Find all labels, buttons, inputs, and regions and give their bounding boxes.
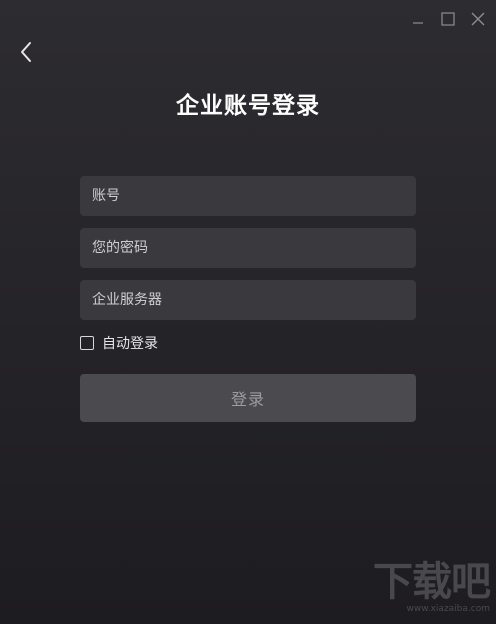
close-icon — [471, 12, 485, 26]
chevron-left-icon — [21, 42, 31, 62]
maximize-button[interactable] — [438, 10, 458, 28]
password-input[interactable] — [80, 228, 416, 268]
window-controls — [408, 10, 488, 28]
watermark-logo: 下载吧 — [373, 559, 491, 605]
maximize-icon — [441, 12, 455, 26]
back-button[interactable] — [14, 40, 38, 64]
close-button[interactable] — [468, 10, 488, 28]
auto-login-label: 自动登录 — [102, 336, 158, 352]
watermark: 下载吧 www.xiazaiba.com — [373, 559, 491, 614]
watermark-url: www.xiazaiba.com — [406, 604, 490, 614]
page-title: 企业账号登录 — [176, 93, 320, 119]
auto-login-option[interactable]: 自动登录 — [80, 333, 158, 353]
account-input[interactable] — [80, 176, 416, 216]
server-input[interactable] — [80, 280, 416, 320]
auto-login-checkbox[interactable] — [80, 336, 94, 350]
login-button[interactable]: 登录 — [80, 374, 416, 422]
minimize-button[interactable] — [408, 10, 428, 28]
minimize-icon — [413, 22, 423, 24]
login-window: 企业账号登录 自动登录 登录 下载吧 www.xiazaiba.com — [0, 0, 496, 624]
